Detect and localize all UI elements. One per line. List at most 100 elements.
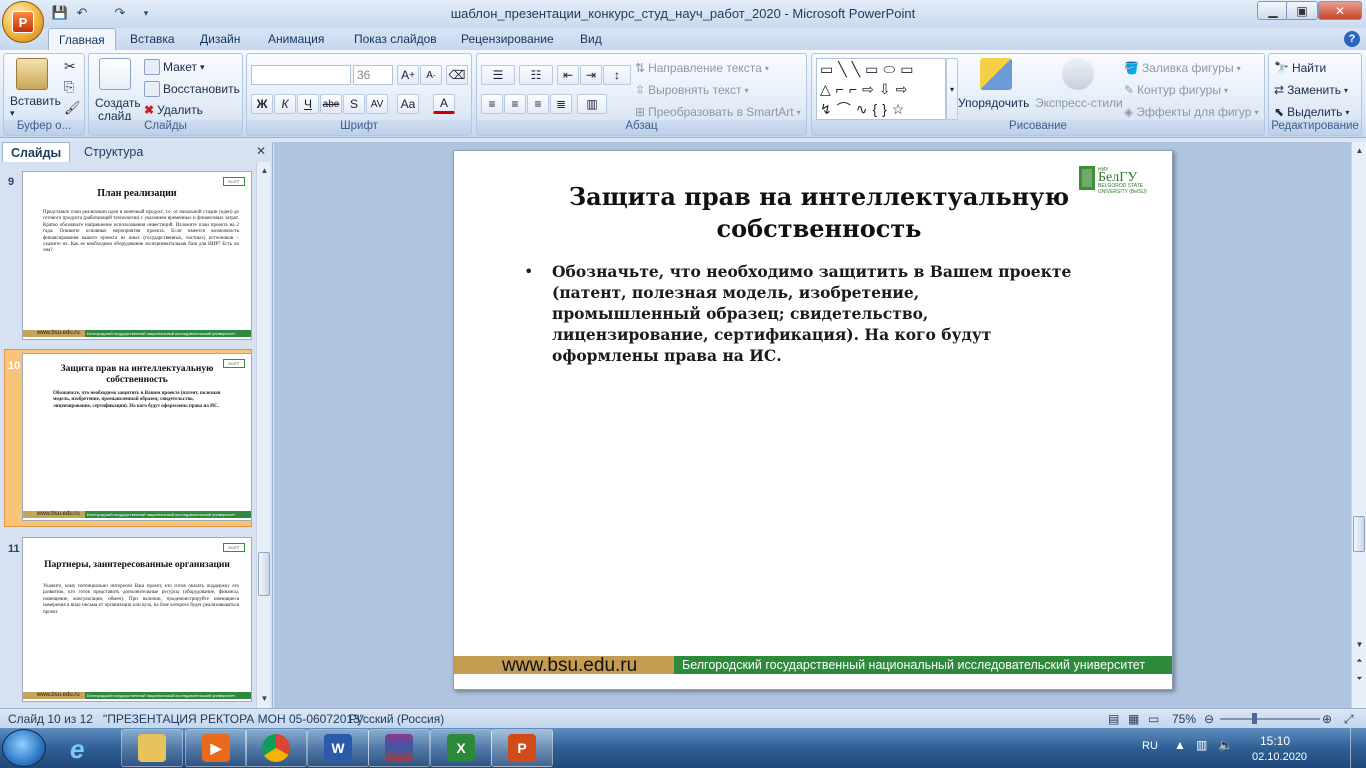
- minimize-button[interactable]: ▁: [1257, 1, 1289, 20]
- zoom-out-icon[interactable]: ⊖: [1204, 712, 1214, 726]
- tab-design[interactable]: Дизайн: [190, 28, 250, 50]
- taskbar-powerpoint[interactable]: P: [491, 729, 553, 767]
- line-spacing-icon[interactable]: ↕: [603, 65, 631, 85]
- zoom-slider-thumb[interactable]: [1252, 713, 1257, 724]
- tray-expand-icon[interactable]: ▲: [1174, 738, 1186, 752]
- align-center-icon[interactable]: ≡: [504, 94, 526, 114]
- show-desktop-button[interactable]: [1350, 728, 1364, 768]
- close-button[interactable]: ✕: [1318, 1, 1362, 20]
- delete-slide-button[interactable]: ✖ Удалить: [144, 103, 203, 117]
- layout-button[interactable]: Макет ▾: [144, 59, 205, 75]
- decrease-indent-icon[interactable]: ⇤: [557, 65, 579, 85]
- increase-indent-icon[interactable]: ⇥: [580, 65, 602, 85]
- taskbar-explorer[interactable]: [121, 729, 183, 767]
- reset-button[interactable]: Восстановить: [144, 81, 240, 97]
- cut-icon[interactable]: ✂: [64, 58, 76, 75]
- clear-format-icon[interactable]: ⌫: [446, 65, 468, 85]
- input-language[interactable]: RU: [1142, 740, 1158, 752]
- pane-scroll-thumb[interactable]: [258, 552, 270, 596]
- change-case-icon[interactable]: Aa: [397, 94, 419, 114]
- tab-review[interactable]: Рецензирование: [451, 28, 564, 50]
- copy-icon[interactable]: ⎘: [64, 79, 74, 95]
- slide-body-text[interactable]: Обозначьте, что необходимо защитить в Ва…: [552, 261, 1072, 366]
- zoom-in-icon[interactable]: ⊕: [1322, 712, 1332, 726]
- internet-explorer-icon[interactable]: e: [70, 734, 104, 764]
- language-indicator[interactable]: Русский (Россия): [349, 712, 444, 726]
- taskbar-media-player[interactable]: ▶: [185, 729, 247, 767]
- editor-scrollbar[interactable]: ▲ ▼ ⏶ ⏷: [1351, 142, 1366, 708]
- tab-insert[interactable]: Вставка: [120, 28, 185, 50]
- taskbar-chrome[interactable]: [245, 729, 307, 767]
- numbering-icon[interactable]: ☷: [519, 65, 553, 85]
- start-button[interactable]: [2, 729, 46, 767]
- zoom-level[interactable]: 75%: [1172, 712, 1196, 726]
- sorter-view-icon[interactable]: ▦: [1128, 712, 1139, 726]
- scroll-up-icon[interactable]: ▲: [1353, 144, 1366, 157]
- smartart-button[interactable]: ⊞ Преобразовать в SmartArt ▾: [635, 105, 801, 119]
- italic-icon[interactable]: К: [274, 94, 296, 114]
- clock-time[interactable]: 15:10: [1260, 734, 1290, 748]
- next-slide-icon[interactable]: ⏷: [1353, 672, 1366, 685]
- align-left-icon[interactable]: ≡: [481, 94, 503, 114]
- arrange-button[interactable]: Упорядочить: [958, 96, 1029, 110]
- fit-window-icon[interactable]: ⤢: [1344, 712, 1354, 727]
- zoom-slider[interactable]: [1220, 718, 1320, 720]
- shadow-icon[interactable]: S: [343, 94, 365, 114]
- tab-animation[interactable]: Анимация: [258, 28, 334, 50]
- bold-icon[interactable]: Ж: [251, 94, 273, 114]
- taskbar-excel[interactable]: X: [430, 729, 492, 767]
- paste-button[interactable]: Вставить: [10, 94, 61, 108]
- grow-font-icon[interactable]: A +: [397, 65, 419, 85]
- shape-effects-button[interactable]: ◈ Эффекты для фигур ▾: [1124, 105, 1258, 119]
- tab-home[interactable]: Главная: [48, 28, 116, 51]
- bullets-icon[interactable]: ☰: [481, 65, 515, 85]
- quick-styles-button[interactable]: Экспресс-стили: [1035, 96, 1123, 110]
- font-size-combo[interactable]: 36: [353, 65, 393, 85]
- columns-icon[interactable]: ▥: [577, 94, 607, 114]
- scroll-down-icon[interactable]: ▼: [1353, 638, 1366, 651]
- maximize-button[interactable]: ▣: [1286, 1, 1318, 20]
- font-name-combo[interactable]: [251, 65, 351, 85]
- shapes-gallery[interactable]: ▭╲╲▭⬭▭ △⌐⌐⇨⇩⇨ ↯⌒∿{}☆: [816, 58, 946, 120]
- tab-outline[interactable]: Структура: [76, 142, 151, 162]
- shape-fill-button[interactable]: 🪣 Заливка фигуры ▾: [1124, 61, 1241, 75]
- paste-icon[interactable]: [16, 58, 48, 90]
- shapes-more-icon[interactable]: ▾: [946, 58, 958, 120]
- tab-slideshow[interactable]: Показ слайдов: [344, 28, 447, 50]
- select-button[interactable]: ⬉ Выделить ▾: [1274, 105, 1349, 119]
- tab-slides[interactable]: Слайды: [2, 142, 71, 162]
- scroll-up-icon[interactable]: ▲: [258, 164, 271, 177]
- slide-title[interactable]: Защита прав на интеллектуальную собствен…: [564, 181, 1074, 245]
- slide-thumbnail-10[interactable]: БелГУ Защита прав на интеллектуальную со…: [22, 353, 252, 521]
- taskbar-winrar[interactable]: [368, 729, 430, 767]
- pane-scrollbar[interactable]: ▲ ▼: [256, 162, 270, 708]
- shrink-font-icon[interactable]: A-: [420, 65, 442, 85]
- underline-icon[interactable]: Ч: [297, 94, 319, 114]
- format-painter-icon[interactable]: 🖌: [64, 100, 81, 116]
- quick-styles-icon[interactable]: [1062, 58, 1094, 90]
- slide-thumbnail-11[interactable]: БелГУ Партнеры, заинтересованные организ…: [22, 537, 252, 702]
- clock-date[interactable]: 02.10.2020: [1252, 751, 1307, 763]
- normal-view-icon[interactable]: ▤: [1108, 712, 1119, 726]
- strikethrough-icon[interactable]: abe: [320, 94, 342, 114]
- text-direction-button[interactable]: ⇅ Направление текста ▾: [635, 61, 769, 75]
- slide-canvas[interactable]: НИУ БелГУ BELGOROD STATE UNIVERSITY (Bel…: [453, 150, 1173, 690]
- help-icon[interactable]: ?: [1344, 31, 1360, 47]
- shape-outline-button[interactable]: ✎ Контур фигуры ▾: [1124, 83, 1228, 97]
- close-pane-icon[interactable]: ✕: [256, 144, 266, 158]
- justify-icon[interactable]: ≣: [550, 94, 572, 114]
- office-button[interactable]: P: [2, 1, 44, 43]
- replace-button[interactable]: ⇄ Заменить ▾: [1274, 83, 1348, 97]
- scroll-down-icon[interactable]: ▼: [258, 692, 271, 705]
- taskbar-word[interactable]: W: [307, 729, 369, 767]
- font-color-icon[interactable]: A: [433, 94, 455, 114]
- slideshow-view-icon[interactable]: ▭: [1148, 712, 1159, 726]
- find-button[interactable]: 🔭 Найти: [1274, 61, 1326, 75]
- align-text-button[interactable]: ⇳ Выровнять текст ▾: [635, 83, 749, 97]
- editor-scroll-thumb[interactable]: [1353, 516, 1365, 552]
- prev-slide-icon[interactable]: ⏶: [1353, 654, 1366, 667]
- theme-name[interactable]: "ПРЕЗЕНТАЦИЯ РЕКТОРА МОН 05-06072013": [103, 712, 364, 726]
- network-icon[interactable]: ▥: [1196, 738, 1207, 752]
- new-slide-icon[interactable]: [99, 58, 131, 90]
- align-right-icon[interactable]: ≡: [527, 94, 549, 114]
